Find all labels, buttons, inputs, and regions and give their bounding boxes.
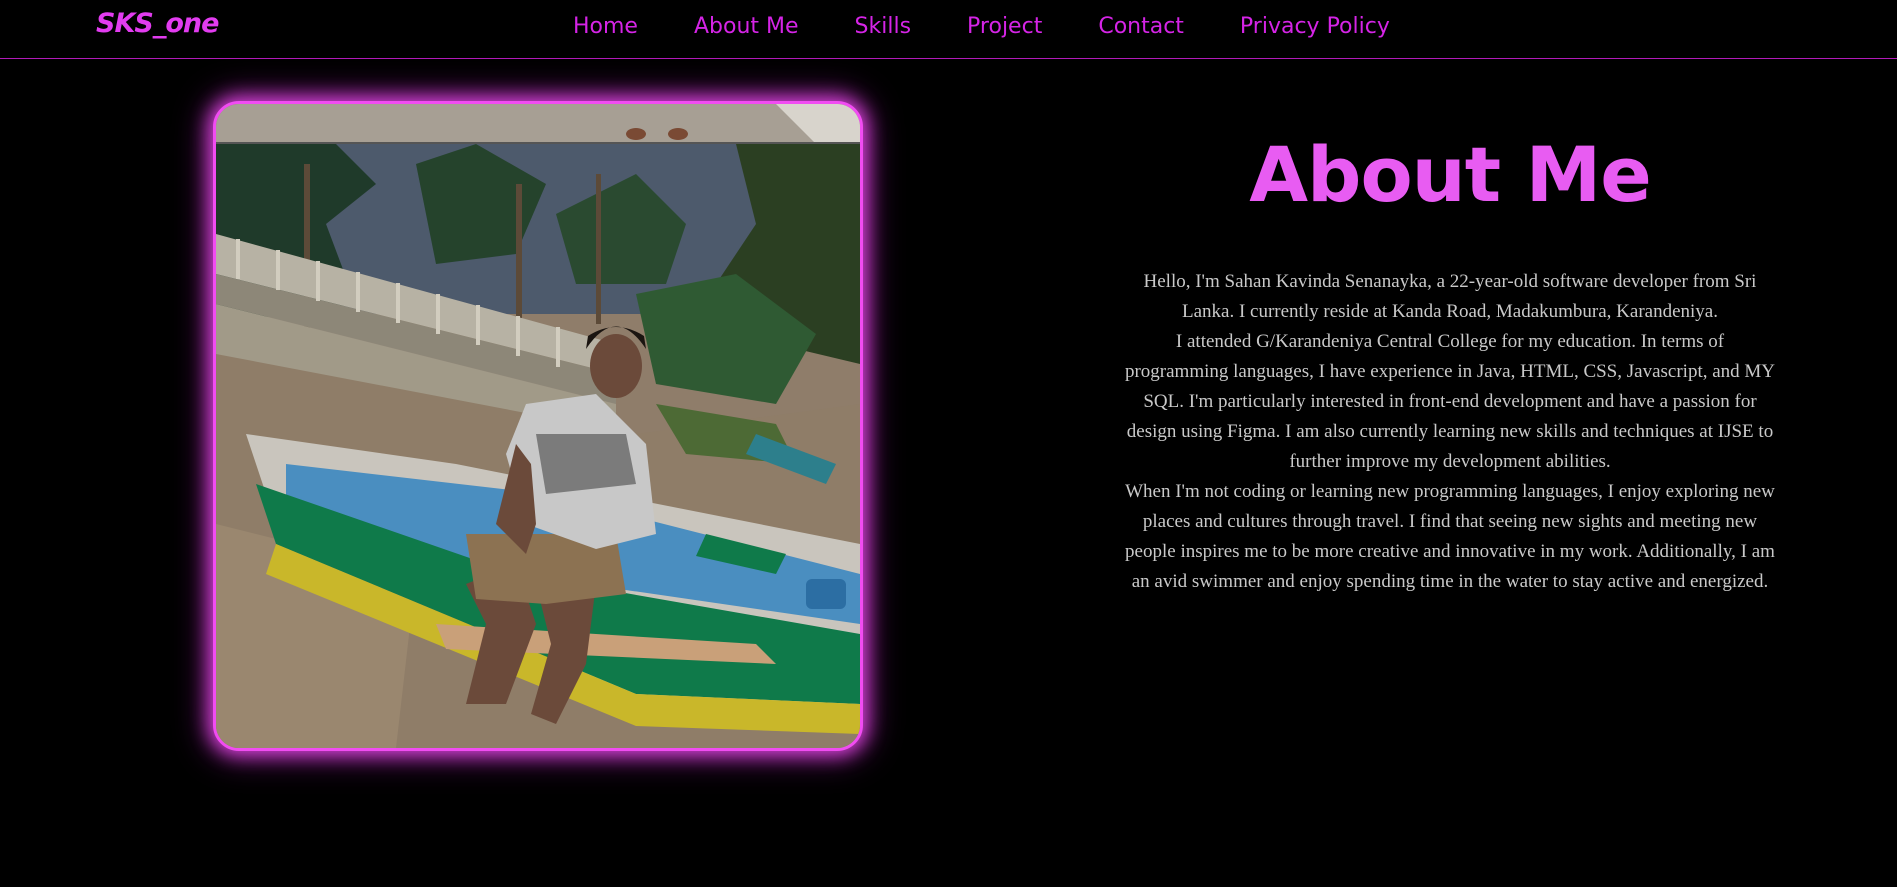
nav-link-home[interactable]: Home [573,14,638,39]
about-paragraph-intro: Hello, I'm Sahan Kavinda Senanayka, a 22… [1143,271,1757,322]
nav-link-about-me[interactable]: About Me [694,14,799,39]
about-title: About Me [1249,130,1652,219]
profile-photo [213,101,863,751]
profile-photo-image [216,104,860,748]
nav-link-privacy-policy[interactable]: Privacy Policy [1240,14,1390,39]
about-description: Hello, I'm Sahan Kavinda Senanayka, a 22… [1124,267,1776,597]
about-paragraph-hobbies: When I'm not coding or learning new prog… [1125,481,1775,592]
about-paragraph-education: I attended G/Karandeniya Central College… [1124,331,1776,472]
nav-link-project[interactable]: Project [967,14,1042,39]
navbar: SKS_one Home About Me Skills Project Con… [0,0,1897,59]
nav-link-contact[interactable]: Contact [1098,14,1184,39]
brand-logo[interactable]: SKS_one [96,8,219,39]
nav-link-skills[interactable]: Skills [855,14,912,39]
nav-menu: Home About Me Skills Project Contact Pri… [573,0,1390,52]
